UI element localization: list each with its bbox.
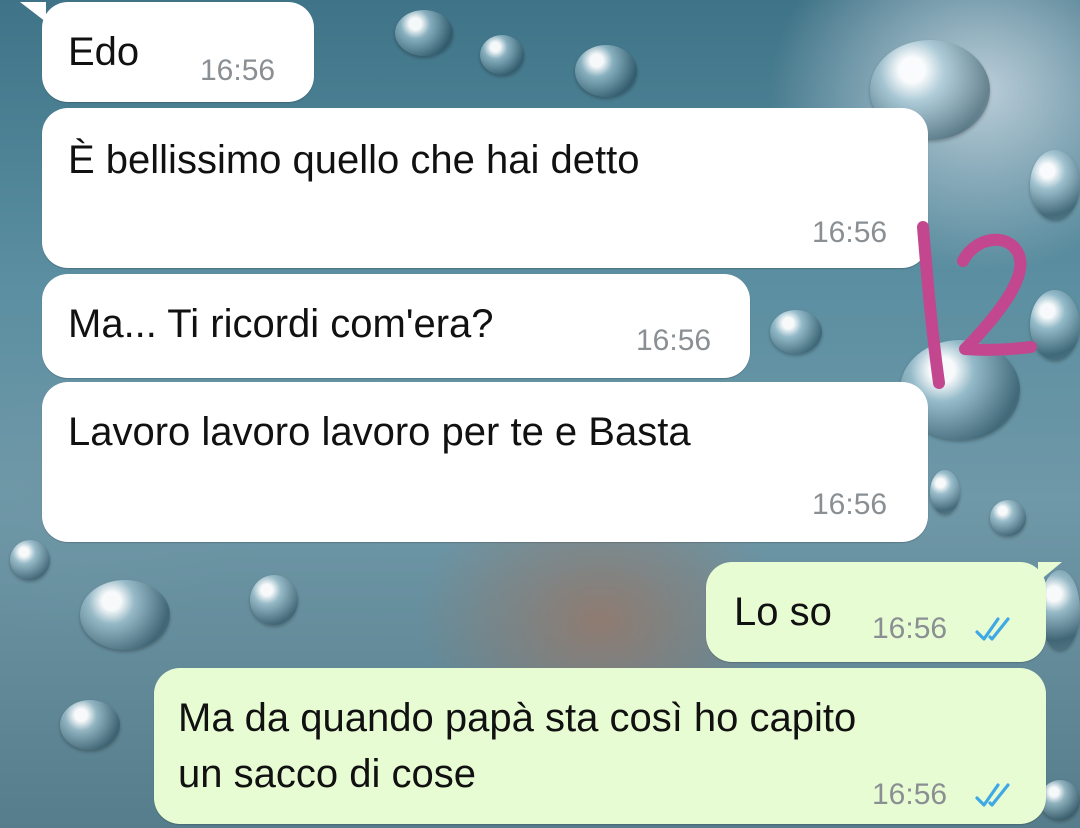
message-timestamp: 16:56 xyxy=(812,488,888,521)
water-drop xyxy=(250,575,298,625)
water-drop xyxy=(60,700,120,750)
water-drop xyxy=(480,35,524,75)
message-text: Ma... Ti ricordi com'era? xyxy=(68,302,494,346)
message-text: Edo xyxy=(68,30,140,74)
message-text: Lavoro lavoro lavoro per te e Basta xyxy=(68,410,691,454)
water-drop xyxy=(990,500,1026,536)
double-check-read-icon xyxy=(975,617,1010,641)
message-bubble-incoming[interactable]: È bellissimo quello che hai detto 16:56 xyxy=(42,108,928,268)
message-timestamp: 16:56 xyxy=(636,324,712,357)
water-drop xyxy=(395,10,453,56)
bubble-tail xyxy=(20,2,46,22)
double-check-read-icon xyxy=(975,783,1010,807)
message-bubble-incoming[interactable]: Edo 16:56 xyxy=(42,2,314,102)
water-drop xyxy=(930,470,960,514)
message-bubble-incoming[interactable]: Ma... Ti ricordi com'era? 16:56 xyxy=(42,274,750,378)
message-bubble-outgoing[interactable]: Ma da quando papà sta così ho capito un … xyxy=(154,668,1046,824)
message-bubble-outgoing[interactable]: Lo so 16:56 xyxy=(706,562,1046,662)
water-drop xyxy=(1040,780,1080,820)
water-drop xyxy=(770,310,822,354)
message-timestamp: 16:56 xyxy=(200,54,276,87)
message-bubble-incoming[interactable]: Lavoro lavoro lavoro per te e Basta 16:5… xyxy=(42,382,928,542)
message-text: È bellissimo quello che hai detto xyxy=(68,138,640,182)
message-timestamp: 16:56 xyxy=(872,612,948,645)
message-timestamp: 16:56 xyxy=(872,778,948,811)
water-drop xyxy=(1030,150,1080,220)
water-drop xyxy=(575,45,637,97)
message-text: Lo so xyxy=(734,590,832,634)
handwritten-annotation xyxy=(917,221,1037,389)
water-drop xyxy=(10,540,50,580)
water-drop xyxy=(1040,570,1080,650)
water-drop xyxy=(80,580,170,650)
message-text: Ma da quando papà sta così ho capito un … xyxy=(178,696,857,796)
bubble-tail xyxy=(1038,562,1062,582)
message-timestamp: 16:56 xyxy=(812,216,888,249)
